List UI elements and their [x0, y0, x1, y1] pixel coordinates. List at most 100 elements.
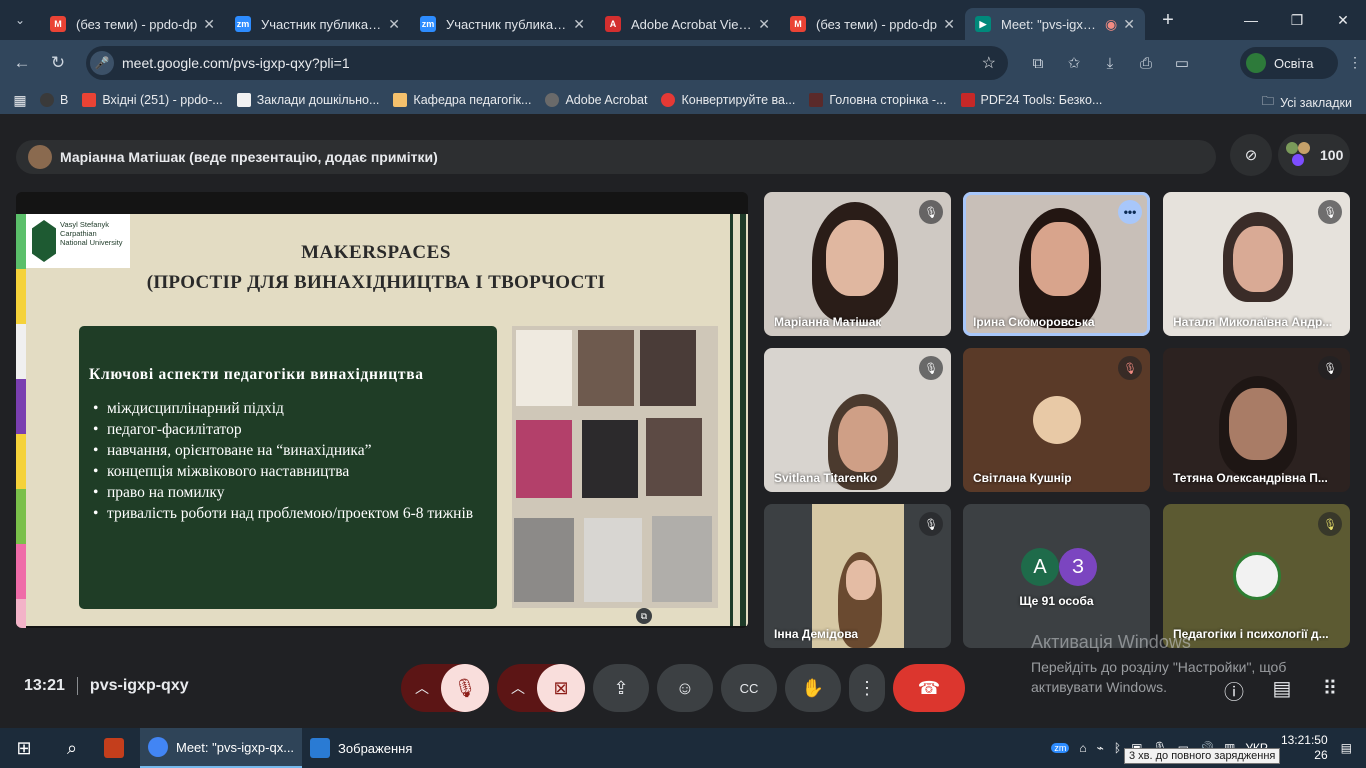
- hide-self-view-icon[interactable]: ⊘: [1230, 134, 1272, 176]
- participant-avatar: А: [1021, 548, 1059, 586]
- bookmark-item[interactable]: Заклади дошкільно...: [236, 93, 379, 107]
- bookmark-item[interactable]: Вхідні (251) - ppdo-...: [82, 93, 223, 107]
- notifications-icon[interactable]: ▤: [1341, 741, 1352, 755]
- bookmark-item[interactable]: Конвертируйте ва...: [661, 93, 795, 107]
- chrome-icon: [148, 737, 168, 757]
- windows-start-icon[interactable]: ⊞: [0, 738, 48, 759]
- cast-icon[interactable]: ▭: [1164, 54, 1200, 72]
- close-tab-icon[interactable]: ✕: [1123, 16, 1135, 33]
- reactions-button[interactable]: ☺: [657, 664, 713, 712]
- participant-name: Маріанна Матішак: [774, 315, 882, 329]
- address-bar[interactable]: 🎤 meet.google.com/pvs-igxp-qxy?pli=1 ☆: [86, 46, 1008, 80]
- close-tab-icon[interactable]: ✕: [388, 16, 400, 33]
- participant-tile[interactable]: 🎙 Педагогіки і психології д...: [1163, 504, 1350, 648]
- activities-grid-icon[interactable]: ⠿: [1306, 676, 1354, 705]
- usb-icon[interactable]: ⌁: [1097, 741, 1104, 755]
- close-tab-icon[interactable]: ✕: [943, 16, 955, 33]
- bookmark-item[interactable]: PDF24 Tools: Безко...: [960, 93, 1103, 107]
- chat-icon[interactable]: ▤: [1258, 676, 1306, 705]
- minimize-icon[interactable]: —: [1228, 0, 1274, 40]
- browser-tab[interactable]: zm Участник публикаци ✕: [225, 8, 410, 40]
- bookmark-label: Конвертируйте ва...: [681, 93, 796, 107]
- search-icon[interactable]: ⌕: [48, 738, 96, 759]
- mic-off-icon: 🎙: [1318, 356, 1342, 380]
- taskbar-app-chrome[interactable]: Meet: "pvs-igxp-qx...: [140, 728, 303, 768]
- mic-toggle-button[interactable]: 🎙: [441, 664, 489, 712]
- others-tile[interactable]: А З Ще 91 особа: [963, 504, 1150, 648]
- participant-tile[interactable]: 🎙 Наталя Миколаївна Андр...: [1163, 192, 1350, 336]
- bookmark-star-icon[interactable]: ☆: [982, 53, 996, 73]
- slide-bullet: право на помилку: [93, 482, 483, 503]
- close-window-icon[interactable]: ✕: [1320, 0, 1366, 40]
- presentation-slide: Vasyl Stefanyk Carpathian National Unive…: [16, 214, 748, 628]
- url-text[interactable]: meet.google.com/pvs-igxp-qxy?pli=1: [122, 55, 350, 71]
- tab-title: Meet: "pvs-igxp-q: [1001, 16, 1100, 32]
- participant-name: Svitlana Titarenko: [774, 471, 878, 485]
- menu-dots-icon[interactable]: ⋮: [1348, 54, 1362, 71]
- bookmark-item[interactable]: Головна сторінка -...: [809, 93, 947, 107]
- close-tab-icon[interactable]: ✕: [758, 16, 770, 33]
- close-tab-icon[interactable]: ✕: [203, 16, 215, 33]
- taskbar-app-label: Зображення: [338, 740, 413, 756]
- raise-hand-button[interactable]: ✋: [785, 664, 841, 712]
- new-tab-button[interactable]: +: [1153, 9, 1183, 32]
- participant-tile-speaking[interactable]: ••• Ірина Скоморовська: [963, 192, 1150, 336]
- camera-toggle-button[interactable]: ⊠: [537, 664, 585, 712]
- favorites-icon[interactable]: ✩: [1056, 54, 1092, 72]
- battery-tooltip: 3 хв. до повного зарядження: [1124, 748, 1281, 764]
- taskbar-app-photos[interactable]: Зображення: [302, 728, 420, 768]
- participant-tile[interactable]: 🎙 Svitlana Titarenko: [764, 348, 951, 492]
- restore-icon[interactable]: ❐: [1274, 0, 1320, 40]
- participants-count: 100: [1320, 147, 1344, 163]
- extensions-icon[interactable]: ⧉: [1020, 55, 1056, 72]
- mic-options-chevron-icon[interactable]: ︿: [415, 678, 429, 698]
- profile-button[interactable]: Освіта: [1240, 47, 1338, 79]
- meeting-code: pvs-igxp-qxy: [89, 677, 189, 694]
- bookmark-label: PDF24 Tools: Безко...: [980, 93, 1103, 107]
- print-icon[interactable]: ⎙: [1128, 55, 1164, 72]
- participant-tile[interactable]: 🎙 Інна Демідова: [764, 504, 951, 648]
- present-screen-button[interactable]: ⇪: [593, 664, 649, 712]
- zoom-tray-icon[interactable]: zm: [1051, 743, 1070, 753]
- download-icon[interactable]: ⤓: [1092, 55, 1128, 72]
- clock-time: 13:21:50: [1280, 733, 1328, 747]
- recording-indicator-icon: ◉: [1105, 15, 1118, 32]
- browser-tab[interactable]: zm Участник публикаци ✕: [410, 8, 595, 40]
- bookmark-item[interactable]: В: [40, 93, 68, 107]
- bookmark-item[interactable]: Кафедра педагогік...: [393, 93, 531, 107]
- more-options-button[interactable]: ⋮: [849, 664, 885, 712]
- browser-tab-active[interactable]: ▶ Meet: "pvs-igxp-q ◉ ✕: [965, 8, 1145, 40]
- all-bookmarks-label: Усі закладки: [1280, 95, 1352, 110]
- tab-search-chevron-icon[interactable]: ⌄: [8, 8, 32, 32]
- info-icon[interactable]: ⓘ: [1210, 676, 1258, 705]
- tray-icon[interactable]: ⌂: [1079, 741, 1086, 755]
- taskbar-app-icon[interactable]: [96, 728, 140, 768]
- camera-options-chevron-icon[interactable]: ︿: [511, 678, 525, 698]
- bookmark-item[interactable]: Adobe Acrobat: [545, 93, 647, 107]
- reload-icon[interactable]: ↻: [40, 53, 76, 73]
- participant-tile[interactable]: 🎙 Світлана Кушнір: [963, 348, 1150, 492]
- bluetooth-icon[interactable]: ᛒ: [1114, 741, 1121, 755]
- presentation-pin-icon[interactable]: ⧉: [636, 608, 652, 624]
- apps-grid-icon[interactable]: ▦: [0, 92, 40, 109]
- browser-tab[interactable]: M (без теми) - ppdo-dp ✕: [40, 8, 225, 40]
- powerpoint-icon: [104, 738, 124, 758]
- captions-button[interactable]: CC: [721, 664, 777, 712]
- leave-call-button[interactable]: ☎: [893, 664, 965, 712]
- gmail-icon: M: [50, 16, 66, 32]
- participant-tile[interactable]: 🎙 Тетяна Олександрівна П...: [1163, 348, 1350, 492]
- participants-button[interactable]: 100: [1278, 134, 1350, 176]
- clock[interactable]: 13:21:50 26: [1281, 733, 1328, 763]
- back-icon[interactable]: ←: [4, 53, 40, 73]
- participant-tile[interactable]: 🎙 Маріанна Матішак: [764, 192, 951, 336]
- browser-tab[interactable]: A Adobe Acrobat Viewe ✕: [595, 8, 780, 40]
- close-tab-icon[interactable]: ✕: [573, 16, 585, 33]
- person-face: [1229, 388, 1287, 460]
- site-info-icon[interactable]: 🎤: [90, 51, 114, 75]
- all-bookmarks-button[interactable]: 🗀 Усі закладки: [1262, 92, 1352, 113]
- more-options-icon[interactable]: •••: [1118, 200, 1142, 224]
- bookmark-label: Adobe Acrobat: [565, 93, 648, 107]
- mic-off-icon: 🎙: [1118, 356, 1142, 380]
- browser-tab[interactable]: M (без теми) - ppdo-dp ✕: [780, 8, 965, 40]
- heart-icon: [661, 93, 676, 107]
